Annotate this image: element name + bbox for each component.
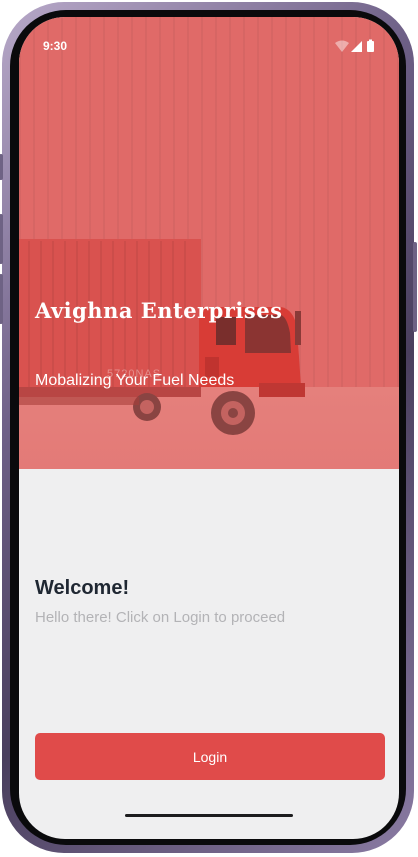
home-indicator[interactable]: [125, 814, 293, 817]
welcome-subtitle: Hello there! Click on Login to proceed: [35, 609, 286, 626]
app-screen: 5720NAS 9:30 Avighna Enterprises Mobaliz…: [19, 17, 399, 839]
status-icons: [335, 39, 374, 52]
company-tagline: Mobalizing Your Fuel Needs: [35, 372, 235, 389]
company-name: Avighna Enterprises: [35, 298, 283, 323]
wifi-icon: [335, 40, 349, 52]
login-button[interactable]: Login: [35, 733, 385, 780]
truck-illustration: 5720NAS: [19, 239, 305, 435]
hero-banner: 5720NAS 9:30 Avighna Enterprises Mobaliz…: [19, 17, 399, 469]
welcome-heading: Welcome!: [35, 577, 130, 599]
battery-icon: [367, 39, 374, 52]
power-button: [413, 242, 417, 332]
volume-up-button: [0, 214, 3, 264]
action-button: [0, 154, 3, 180]
status-time: 9:30: [43, 39, 68, 53]
status-bar: 9:30: [19, 17, 399, 73]
cellular-signal-icon: [351, 41, 362, 52]
volume-down-button: [0, 274, 3, 324]
